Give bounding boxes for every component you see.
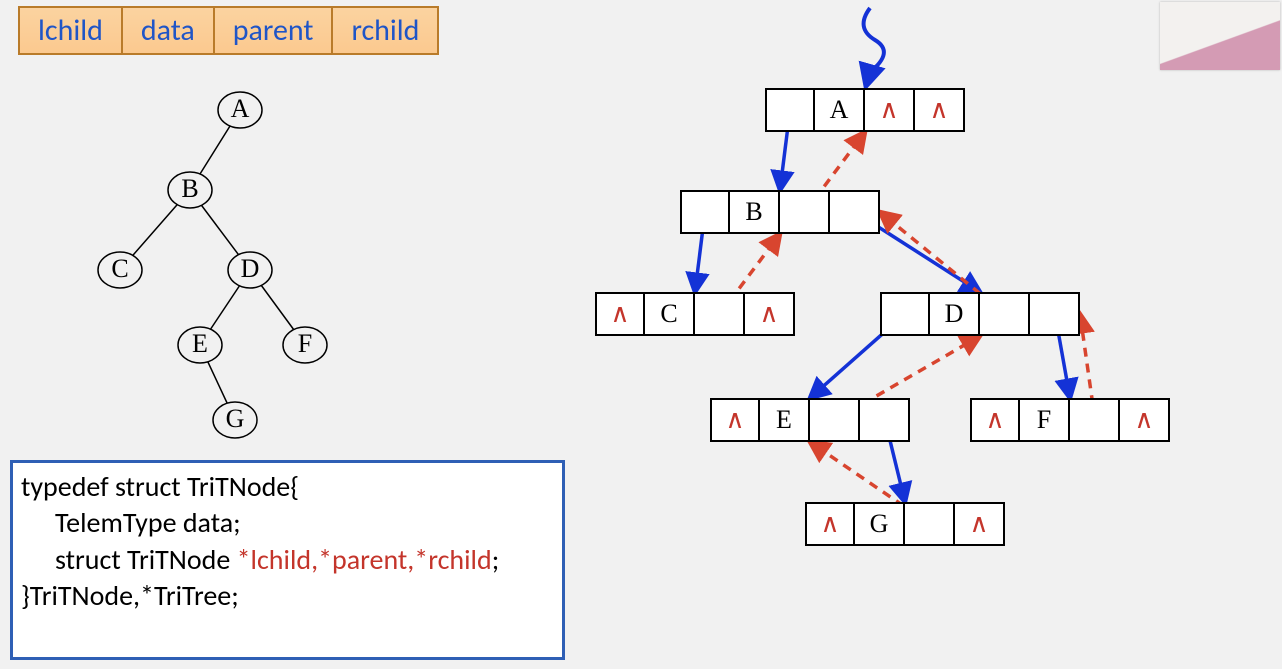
linked-node-C: ∧C∧ <box>595 292 795 336</box>
data-cell: D <box>930 292 980 336</box>
tree-node-label: C <box>111 254 128 283</box>
code-line-2: TelemType data; <box>21 505 554 541</box>
parent-cell <box>695 292 745 336</box>
rchild-cell: ∧ <box>745 292 795 336</box>
rchild-cell: ∧ <box>955 502 1005 546</box>
data-cell: G <box>855 502 905 546</box>
legend-rchild: rchild <box>333 8 437 53</box>
lchild-cell: ∧ <box>970 398 1020 442</box>
lchild-cell <box>880 292 930 336</box>
linked-node-D: D <box>880 292 1080 336</box>
legend-parent: parent <box>215 8 334 53</box>
tree-node-label: B <box>181 174 198 203</box>
linked-node-B: B <box>680 190 880 234</box>
lchild-cell: ∧ <box>595 292 645 336</box>
tree-node-label: G <box>226 404 245 433</box>
linked-node-E: ∧E <box>710 398 910 442</box>
linked-node-diagram: A∧∧B∧C∧D∧E∧F∧∧G∧ <box>570 0 1270 600</box>
root-entry-arrow <box>864 8 884 86</box>
tree-node-label: E <box>192 329 208 358</box>
parent-cell <box>810 398 860 442</box>
parent-cell <box>780 190 830 234</box>
code-line-4: }TriTNode,*TriTree; <box>21 578 554 614</box>
lchild-cell <box>680 190 730 234</box>
legend-data: data <box>123 8 215 53</box>
linked-node-F: ∧F∧ <box>970 398 1170 442</box>
code-line-3: struct TriTNode *lchild,*parent,*rchild; <box>21 542 554 578</box>
data-cell: A <box>815 88 865 132</box>
data-cell: F <box>1020 398 1070 442</box>
struct-definition-code: typedef struct TriTNode{ TelemType data;… <box>10 460 565 660</box>
rchild-cell <box>860 398 910 442</box>
lchild-cell: ∧ <box>805 502 855 546</box>
data-cell: E <box>760 398 810 442</box>
tree-node-label: F <box>298 329 312 358</box>
legend-lchild: lchild <box>20 8 123 53</box>
code-line-1: typedef struct TriTNode{ <box>21 469 554 505</box>
rchild-cell <box>1030 292 1080 336</box>
parent-cell <box>980 292 1030 336</box>
tree-node-label: A <box>231 94 250 123</box>
rchild-cell: ∧ <box>915 88 965 132</box>
rchild-cell <box>830 190 880 234</box>
rchild-cell: ∧ <box>1120 398 1170 442</box>
parent-cell <box>905 502 955 546</box>
lchild-cell <box>765 88 815 132</box>
data-cell: C <box>645 292 695 336</box>
data-cell: B <box>730 190 780 234</box>
tree-node-label: D <box>241 254 260 283</box>
binary-tree-diagram: A B C D E F G <box>60 80 360 450</box>
lchild-cell: ∧ <box>710 398 760 442</box>
node-field-legend: lchild data parent rchild <box>18 6 439 55</box>
parent-cell <box>1070 398 1120 442</box>
linked-node-G: ∧G∧ <box>805 502 1005 546</box>
parent-cell: ∧ <box>865 88 915 132</box>
linked-node-A: A∧∧ <box>765 88 965 132</box>
